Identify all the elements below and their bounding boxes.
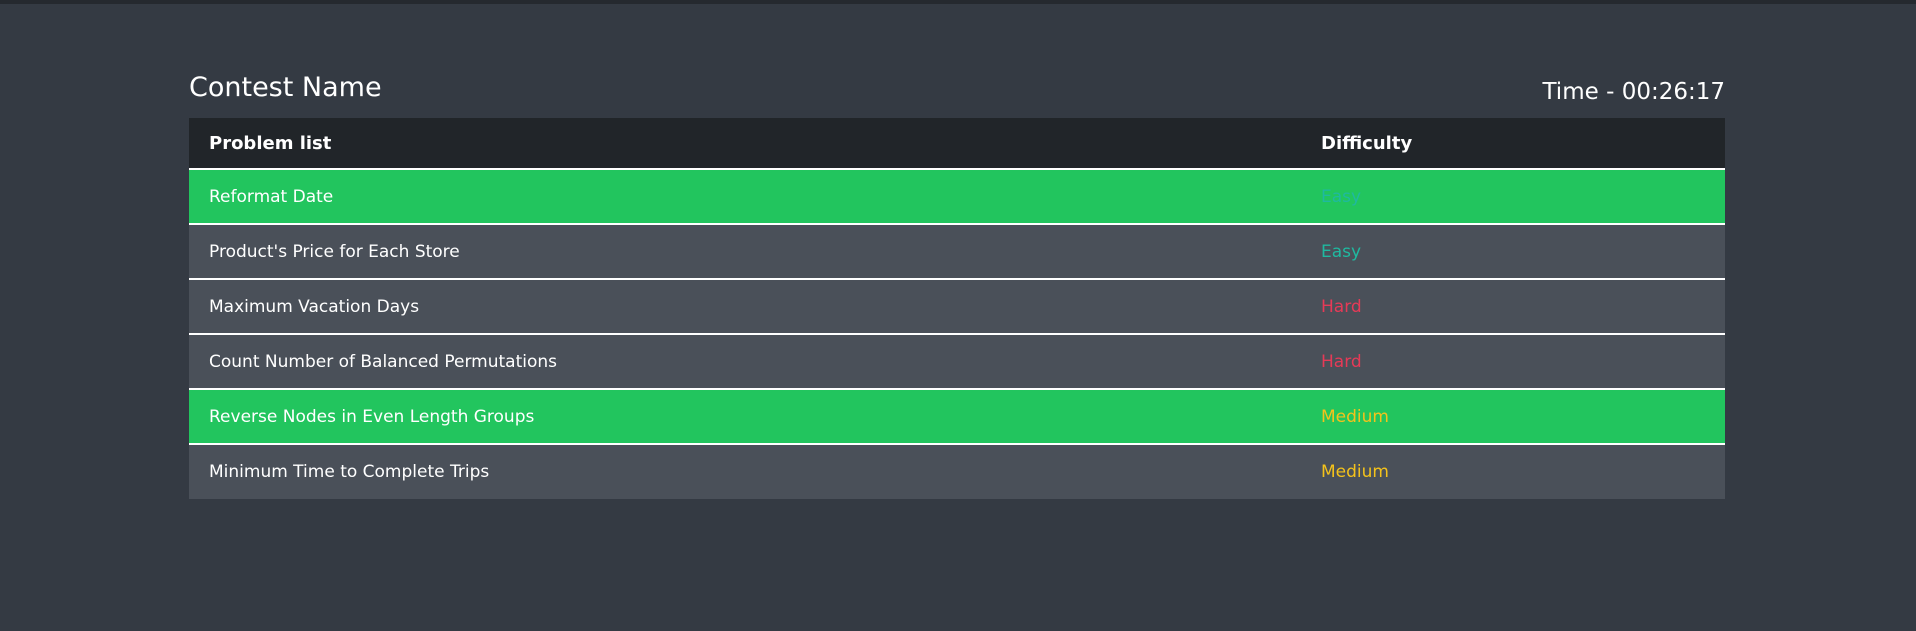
table-row: Product's Price for Each Store Easy: [189, 224, 1725, 279]
problem-link[interactable]: Reformat Date: [209, 187, 333, 207]
column-header-problem: Problem list: [189, 118, 1301, 170]
contest-header: Contest Name Time - 00:26:17: [189, 70, 1725, 110]
problem-cell: Count Number of Balanced Permutations: [189, 334, 1301, 389]
difficulty-cell: Hard: [1321, 296, 1362, 317]
contest-container: Contest Name Time - 00:26:17 Problem lis…: [189, 70, 1725, 499]
timer-separator: -: [1598, 79, 1622, 105]
column-header-difficulty: Difficulty: [1301, 118, 1725, 170]
problem-link[interactable]: Count Number of Balanced Permutations: [209, 352, 557, 372]
table-row: Minimum Time to Complete Trips Medium: [189, 444, 1725, 499]
difficulty-cell: Medium: [1321, 462, 1389, 482]
problem-cell: Minimum Time to Complete Trips: [189, 444, 1301, 499]
problem-cell: Reverse Nodes in Even Length Groups: [189, 389, 1301, 444]
table-row: Reverse Nodes in Even Length Groups Medi…: [189, 389, 1725, 444]
problem-link[interactable]: Minimum Time to Complete Trips: [209, 462, 489, 482]
problem-table-header: Problem list Difficulty: [189, 118, 1725, 170]
difficulty-cell: Hard: [1321, 351, 1362, 372]
problem-cell: Product's Price for Each Store: [189, 224, 1301, 279]
problem-link[interactable]: Reverse Nodes in Even Length Groups: [209, 407, 534, 427]
table-row: Count Number of Balanced Permutations Ha…: [189, 334, 1725, 389]
problem-link[interactable]: Product's Price for Each Store: [209, 242, 460, 262]
timer-label: Time: [1542, 79, 1599, 105]
problem-cell: Maximum Vacation Days: [189, 279, 1301, 334]
problem-cell: Reformat Date: [189, 169, 1301, 224]
table-row: Maximum Vacation Days Hard: [189, 279, 1725, 334]
contest-timer: Time - 00:26:17: [1542, 76, 1725, 108]
problem-table-body: Reformat Date Easy Product's Price for E…: [189, 169, 1725, 499]
header-row: Problem list Difficulty: [189, 118, 1725, 170]
timer-value: 00:26:17: [1621, 79, 1725, 105]
difficulty-cell: Easy: [1321, 186, 1362, 207]
problem-link[interactable]: Maximum Vacation Days: [209, 297, 419, 317]
difficulty-cell: Medium: [1321, 406, 1389, 427]
contest-title: Contest Name: [189, 72, 382, 103]
top-bar: [0, 0, 1916, 4]
table-row: Reformat Date Easy: [189, 169, 1725, 224]
difficulty-cell: Easy: [1321, 241, 1362, 262]
problem-table: Problem list Difficulty Reformat Date Ea…: [189, 118, 1725, 499]
